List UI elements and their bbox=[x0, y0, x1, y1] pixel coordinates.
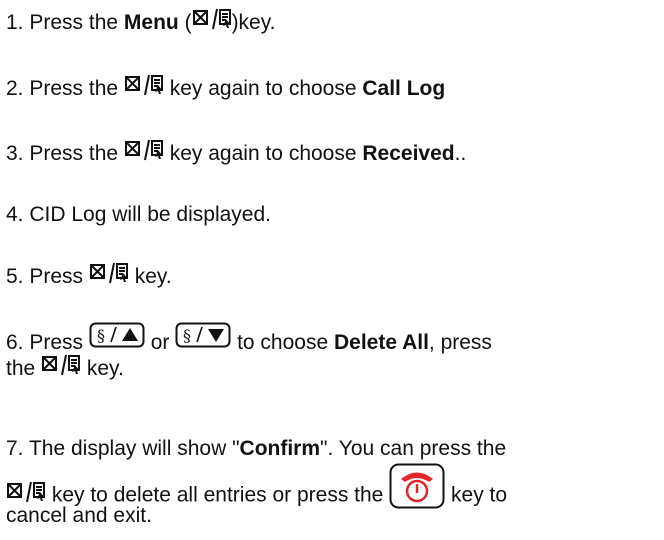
step-text: .. bbox=[454, 142, 467, 165]
step-text: the bbox=[6, 357, 42, 380]
step-text: to choose bbox=[231, 331, 334, 354]
step-text: cancel and exit. bbox=[6, 504, 152, 527]
step-5: 5. Press key. bbox=[6, 264, 172, 290]
step-text: or bbox=[150, 331, 170, 354]
step-number: 4. bbox=[6, 203, 24, 226]
step-text: key. bbox=[128, 265, 172, 288]
call-log-label: Call Log bbox=[362, 77, 446, 100]
step-number: 7. bbox=[6, 437, 24, 460]
confirm-label: Confirm bbox=[239, 437, 321, 460]
step-text: Press the bbox=[29, 142, 124, 165]
menu-softkey-icon bbox=[124, 73, 164, 99]
step-text: Press the bbox=[29, 77, 124, 100]
step-number: 2. bbox=[6, 77, 24, 100]
step-4: 4. CID Log will be displayed. bbox=[6, 202, 271, 228]
phonebook-up-key-icon bbox=[89, 322, 145, 348]
end-call-key-icon bbox=[389, 463, 445, 509]
step-text: )key. bbox=[231, 11, 276, 34]
step-6-line-2: the key. bbox=[6, 356, 124, 382]
step-7-line-3: cancel and exit. bbox=[6, 503, 152, 529]
step-7: 7. The display will show "Confirm". You … bbox=[6, 436, 506, 462]
received-label: Received bbox=[362, 142, 455, 165]
delete-all-label: Delete All bbox=[333, 331, 429, 354]
menu-softkey-icon bbox=[192, 7, 232, 33]
phonebook-down-key-icon bbox=[175, 322, 231, 348]
step-3: 3. Press the key again to choose Receive… bbox=[6, 141, 466, 167]
menu-label: Menu bbox=[123, 11, 179, 34]
step-text: key. bbox=[81, 357, 124, 380]
menu-softkey-icon bbox=[41, 353, 81, 379]
step-text: CID Log will be displayed. bbox=[29, 203, 271, 226]
step-number: 5. bbox=[6, 265, 24, 288]
step-number: 3. bbox=[6, 142, 24, 165]
step-text: Press bbox=[29, 331, 89, 354]
menu-softkey-icon bbox=[124, 138, 164, 164]
step-text: The display will show " bbox=[28, 437, 240, 460]
step-text: key to bbox=[445, 483, 508, 507]
step-text: ". You can press the bbox=[320, 437, 507, 460]
step-number: 6. bbox=[6, 331, 24, 354]
step-text: Press bbox=[29, 265, 89, 288]
step-text: , press bbox=[428, 331, 492, 354]
step-2: 2. Press the key again to choose Call Lo… bbox=[6, 76, 445, 102]
menu-softkey-icon bbox=[89, 261, 129, 287]
step-text: key again to choose bbox=[163, 77, 363, 100]
step-number: 1. bbox=[6, 11, 24, 34]
step-1: 1. Press the Menu ( )key. bbox=[6, 10, 276, 36]
step-text: key again to choose bbox=[163, 142, 363, 165]
step-text: Press the bbox=[29, 11, 124, 34]
step-text: ( bbox=[178, 11, 192, 34]
